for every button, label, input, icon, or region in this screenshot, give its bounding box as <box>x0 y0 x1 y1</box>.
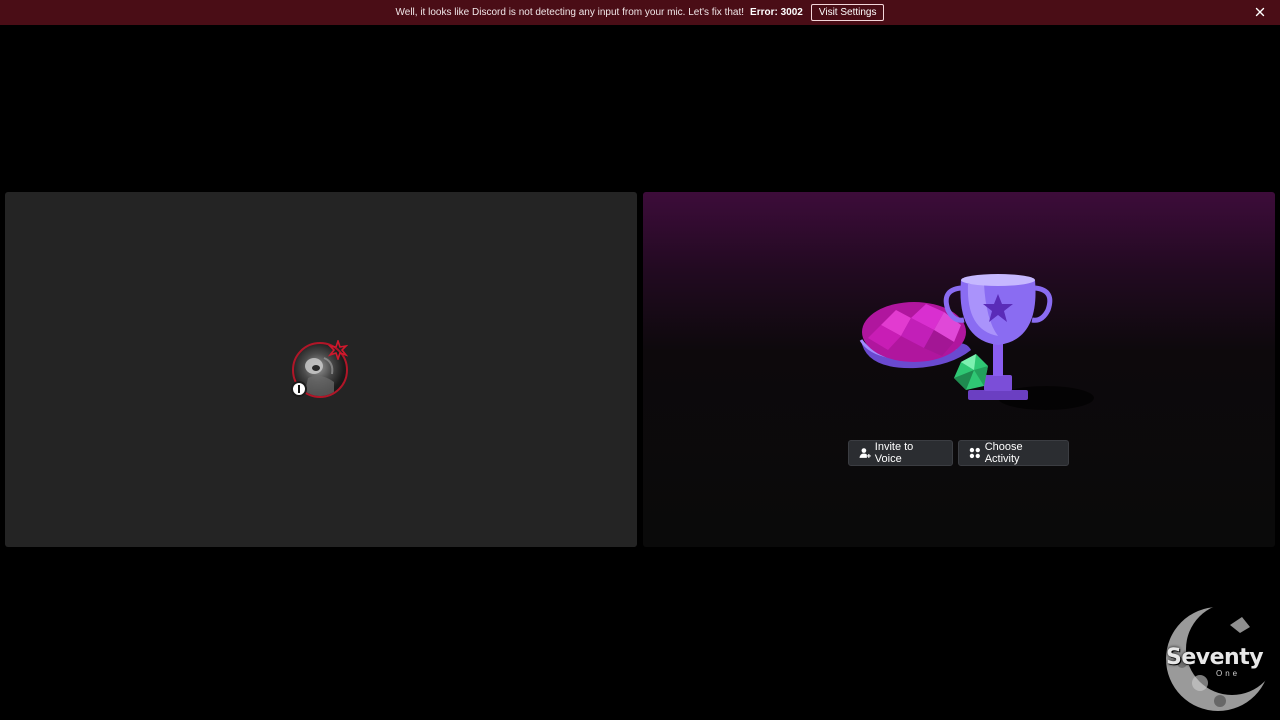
visit-settings-button[interactable]: Visit Settings <box>810 4 885 21</box>
activity-tile: Invite to Voice Choose Activity <box>643 192 1275 547</box>
watermark-logo: Seventy One <box>1160 603 1278 715</box>
invite-to-voice-label: Invite to Voice <box>874 441 914 465</box>
activity-illustration <box>856 270 1096 415</box>
user-video-tile[interactable] <box>5 192 637 547</box>
invite-to-voice-button[interactable]: Invite to Voice <box>848 440 953 466</box>
notice-bar: Well, it looks like Discord is not detec… <box>0 0 1280 25</box>
choose-activity-button[interactable]: Choose Activity <box>958 440 1069 466</box>
close-icon[interactable] <box>1252 4 1268 20</box>
notice-error-code: Error: 3002 <box>750 7 803 18</box>
watermark-word: Seventy <box>1166 645 1264 670</box>
choose-activity-label: Choose Activity <box>984 441 1023 465</box>
notice-message: Well, it looks like Discord is not detec… <box>395 7 745 18</box>
avatar-decoration-icon <box>327 338 349 362</box>
watermark-sub: One <box>1216 669 1241 678</box>
user-avatar[interactable] <box>290 338 352 402</box>
status-badge-icon <box>291 381 307 397</box>
activity-grid-icon <box>969 447 980 459</box>
dice-illustration <box>954 354 988 390</box>
person-add-icon <box>859 448 871 458</box>
